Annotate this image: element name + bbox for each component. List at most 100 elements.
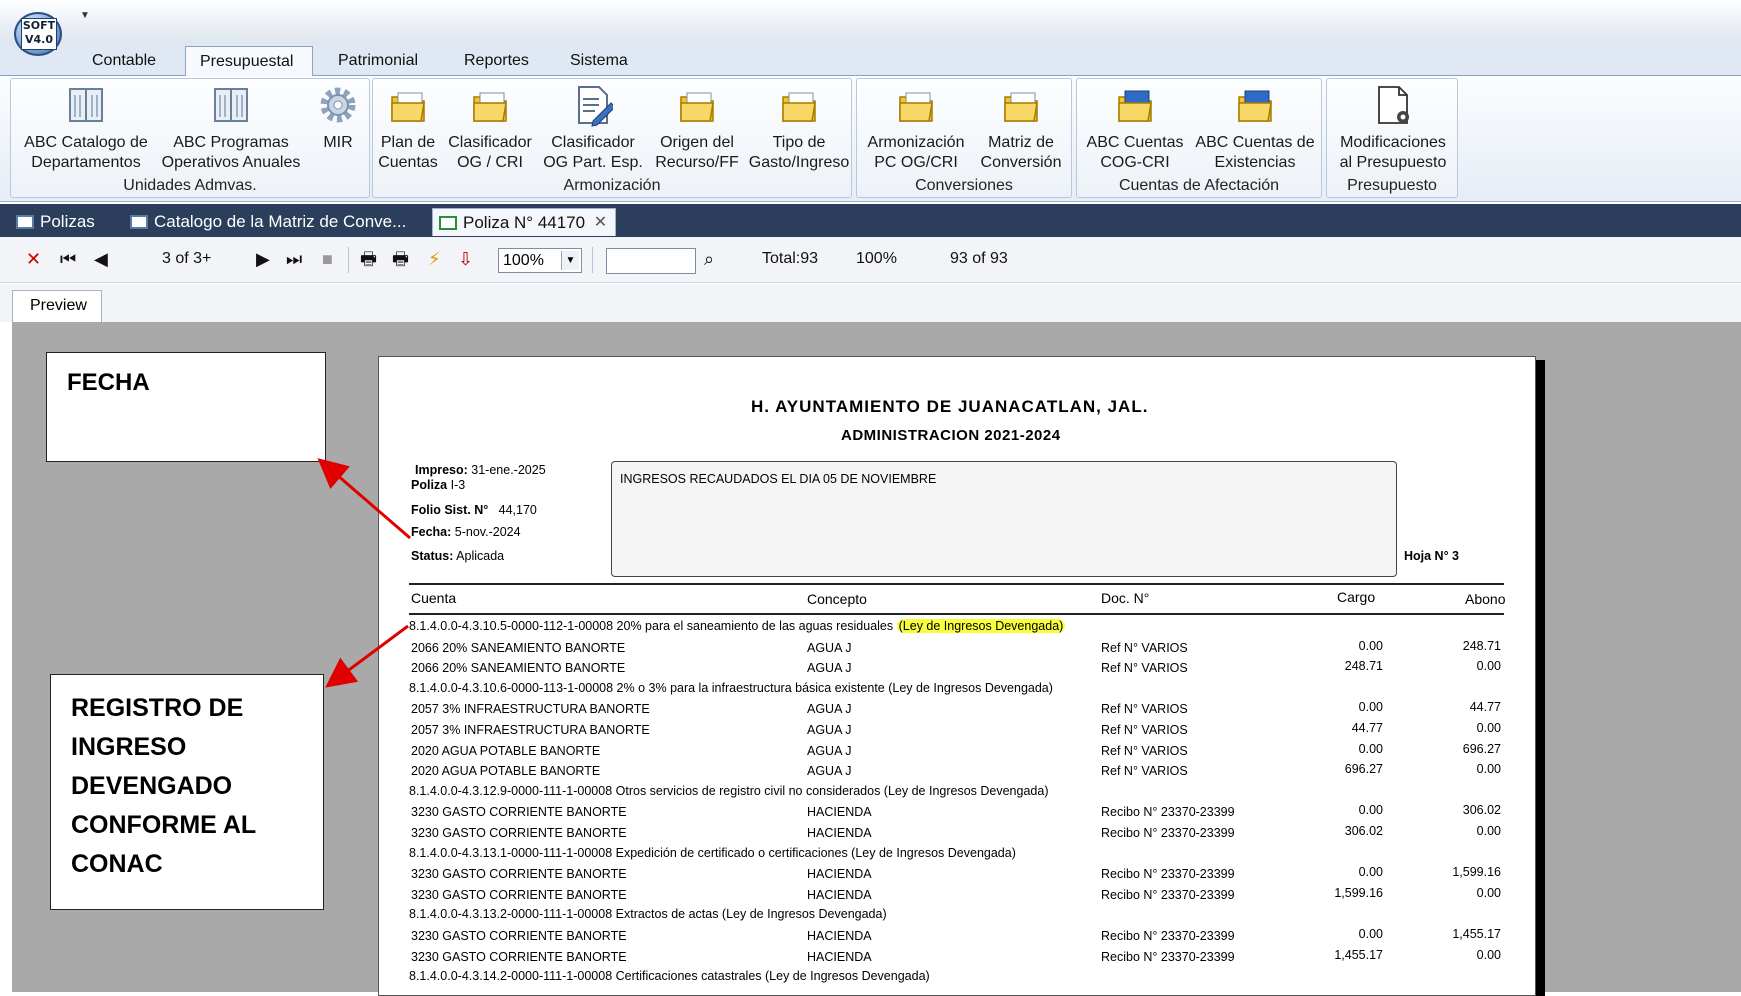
fecha-value: 5-nov.-2024 (454, 525, 521, 539)
abc-cuentas-cog-cri-button[interactable]: ABC Cuentas COG-CRI (1081, 83, 1189, 173)
row-doc: Ref N° VARIOS (1101, 744, 1188, 758)
row-concepto: HACIENDA (807, 888, 872, 902)
account-text: 8.1.4.0.0-4.3.14.2-0000-111-1-00008 Cert… (409, 969, 930, 983)
tab-patrimonial[interactable]: Patrimonial (324, 46, 432, 76)
col-header-abono: Abono (1465, 591, 1506, 607)
tab-preview[interactable]: Preview (12, 290, 102, 322)
row-cuenta: 3230 GASTO CORRIENTE BANORTE (411, 929, 627, 943)
group-title: Armonización (563, 177, 661, 194)
button-label: ABC Cuentas (1086, 134, 1184, 151)
tab-contable[interactable]: Contable (78, 46, 170, 76)
header-rule (409, 583, 1504, 585)
preview-strip: Preview (0, 284, 1741, 322)
tipo-de-gasto-ingreso-button[interactable]: Tipo de Gasto/Ingreso (747, 83, 851, 173)
row-cuenta: 3230 GASTO CORRIENTE BANORTE (411, 867, 627, 881)
tab-poliza-44170[interactable]: Poliza N° 44170 ✕ (432, 208, 617, 237)
row-doc: Recibo N° 23370-23399 (1101, 805, 1235, 819)
row-doc: Ref N° VARIOS (1101, 702, 1188, 716)
col-header-cuenta: Cuenta (411, 590, 457, 606)
origen-del-recurso-button[interactable]: Origen del Recurso/FF (649, 83, 745, 173)
button-label: OG Part. Esp. (543, 154, 643, 171)
callout-line: INGRESO (71, 733, 187, 761)
button-label: Conversión (980, 154, 1062, 171)
document-gear-icon (1373, 83, 1413, 127)
callout-line: CONAC (71, 850, 163, 878)
binoculars-icon[interactable]: ⌕ (704, 249, 714, 269)
tab-sistema[interactable]: Sistema (556, 46, 642, 76)
search-input[interactable] (606, 248, 696, 274)
tab-reportes[interactable]: Reportes (450, 46, 543, 76)
folder-icon (470, 83, 510, 127)
tab-label: Catalogo de la Matriz de Conve... (154, 212, 407, 231)
modificaciones-al-presupuesto-button[interactable]: Modificaciones al Presupuesto (1331, 83, 1455, 173)
row-cargo: 1,455.17 (1334, 948, 1383, 962)
next-page-icon[interactable]: ▶ (256, 249, 270, 269)
status-field: Status: Aplicada (411, 549, 504, 563)
row-abono: 248.71 (1462, 639, 1501, 653)
plan-de-cuentas-button[interactable]: Plan de Cuentas (377, 83, 439, 173)
quick-access-dropdown-icon[interactable]: ▼ (80, 10, 90, 21)
abc-cuentas-de-existencias-button[interactable]: ABC Cuentas de Existencias (1191, 83, 1319, 173)
folder-icon (1115, 83, 1155, 127)
row-cargo: 696.27 (1344, 762, 1383, 776)
armonizacion-pc-og-cri-button[interactable]: Armonización PC OG/CRI (861, 83, 971, 173)
status-value: Aplicada (456, 549, 505, 563)
tab-presupuestal[interactable]: Presupuestal (185, 46, 313, 76)
group-cuentas-de-afectacion: ABC Cuentas COG-CRI ABC Cuentas de Exist… (1076, 78, 1322, 198)
row-cargo: 248.71 (1344, 659, 1383, 673)
export-icon[interactable]: ⇩ (458, 249, 473, 269)
folder-icon (1235, 83, 1275, 127)
row-cargo: 306.02 (1344, 824, 1383, 838)
matriz-de-conversion-button[interactable]: Matriz de Conversión (973, 83, 1069, 173)
callout-line: CONFORME AL (71, 811, 257, 839)
print-setup-icon[interactable]: 🖶 (392, 249, 409, 269)
row-cuenta: 2057 3% INFRAESTRUCTURA BANORTE (411, 723, 650, 737)
previous-page-icon[interactable]: ◀ (94, 249, 108, 269)
account-text: 8.1.4.0.0-4.3.13.2-0000-111-1-00008 Extr… (409, 907, 887, 921)
abc-catalogo-departamentos-button[interactable]: ABC Catalogo de Departamentos (17, 83, 155, 173)
row-doc: Recibo N° 23370-23399 (1101, 826, 1235, 840)
impreso-label: Impreso: (415, 463, 468, 477)
row-cargo: 0.00 (1358, 865, 1383, 879)
close-icon[interactable]: ✕ (594, 209, 607, 237)
app-logo[interactable]: SOFT V4.0 (14, 12, 62, 56)
tab-polizas[interactable]: Polizas (10, 208, 95, 236)
folder-icon (779, 83, 819, 127)
clasificador-og-part-esp-button[interactable]: Clasificador OG Part. Esp. (541, 83, 645, 173)
report-icon (439, 216, 457, 230)
button-label: Clasificador (551, 134, 635, 151)
callout-fecha-text: FECHA (67, 369, 150, 396)
print-icon[interactable]: 🖶 (360, 249, 377, 269)
button-label: Origen del (660, 134, 734, 151)
fecha-label: Fecha: (411, 525, 452, 539)
row-abono: 0.00 (1476, 721, 1501, 735)
button-label: Armonización (867, 134, 965, 151)
tab-catalogo-matriz[interactable]: Catalogo de la Matriz de Conve... (124, 208, 406, 236)
last-page-icon[interactable]: ⏭ (286, 249, 302, 269)
row-cuenta: 3230 GASTO CORRIENTE BANORTE (411, 826, 627, 840)
folio-label: Folio Sist. N° (411, 503, 489, 517)
first-page-icon[interactable]: ⏮ (60, 249, 76, 269)
mir-button[interactable]: MIR (313, 83, 363, 153)
row-cuenta: 2020 AGUA POTABLE BANORTE (411, 744, 601, 758)
book-icon (211, 83, 251, 127)
impreso-field: Impreso: 31-ene.-2025 (415, 463, 546, 477)
stop-icon[interactable]: ■ (322, 249, 333, 269)
account-text: 8.1.4.0.0-4.3.12.9-0000-111-1-00008 Otro… (409, 784, 1049, 798)
row-doc: Recibo N° 23370-23399 (1101, 888, 1235, 902)
close-report-icon[interactable]: ✕ (26, 249, 41, 269)
zoom-select[interactable]: 100% ▼ (498, 248, 582, 273)
abc-programas-operativos-button[interactable]: ABC Programas Operativos Anuales (161, 83, 301, 173)
status-label: Status: (411, 549, 454, 563)
button-label: Departamentos (31, 154, 141, 171)
lightning-icon[interactable]: ⚡ (428, 249, 441, 269)
row-concepto: AGUA J (807, 702, 852, 716)
chevron-down-icon[interactable]: ▼ (561, 251, 579, 270)
group-title: Presupuesto (1347, 177, 1437, 194)
row-concepto: HACIENDA (807, 929, 872, 943)
button-label: Existencias (1214, 154, 1296, 171)
clasificador-og-cri-button[interactable]: Clasificador OG / CRI (443, 83, 537, 173)
poliza-field: Poliza I-3 (411, 478, 465, 492)
group-conversiones: Armonización PC OG/CRI Matriz de Convers… (856, 78, 1072, 198)
row-cuenta: 2066 20% SANEAMIENTO BANORTE (411, 641, 626, 655)
